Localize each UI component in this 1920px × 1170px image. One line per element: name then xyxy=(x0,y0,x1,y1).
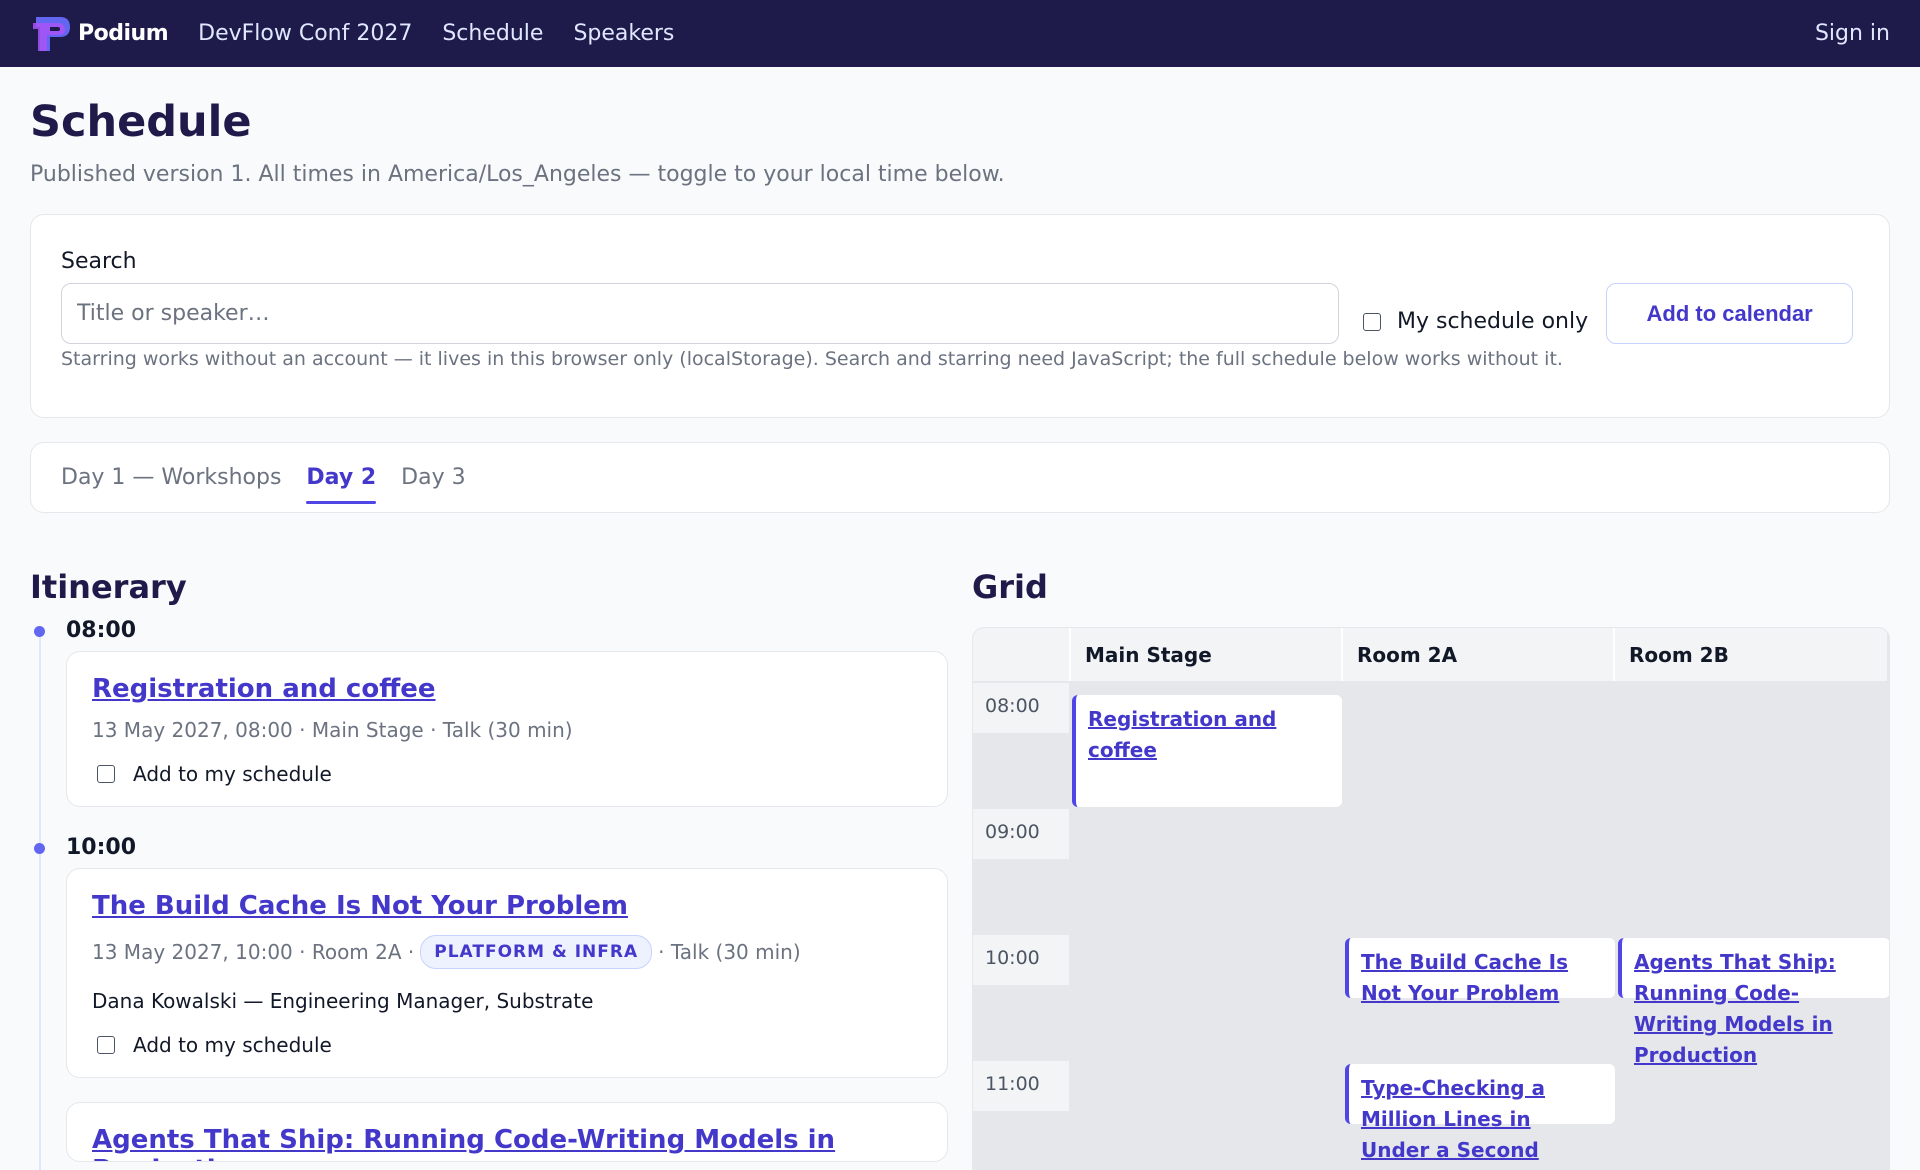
session-meta-text: 13 May 2027, 08:00 · Main Stage · Talk (… xyxy=(92,718,573,742)
grid-time-label: 08:00 xyxy=(973,683,1069,733)
search-hint: Starring works without an account — it l… xyxy=(61,348,1563,370)
grid-session-link[interactable]: The Build Cache Is Not Your Problem xyxy=(1345,938,1615,1005)
add-to-my-schedule-label: Add to my schedule xyxy=(133,762,332,786)
my-schedule-only-label: My schedule only xyxy=(1397,309,1589,334)
nav-link-speakers[interactable]: Speakers xyxy=(573,21,674,46)
tab-day-3[interactable]: Day 3 xyxy=(401,461,465,494)
session-card: Registration and coffee 13 May 2027, 08:… xyxy=(66,651,948,807)
time-slot: 10:00 The Build Cache Is Not Your Proble… xyxy=(34,834,948,1162)
grid-time-label: 11:00 xyxy=(973,1061,1069,1111)
grid-room-header: Room 2A xyxy=(1343,628,1615,681)
add-to-calendar-button[interactable]: Add to calendar xyxy=(1606,283,1854,344)
search-row: My schedule only Add to calendar xyxy=(61,283,1859,344)
nav-link-conference[interactable]: DevFlow Conf 2027 xyxy=(198,21,412,46)
session-meta: 13 May 2027, 08:00 · Main Stage · Talk (… xyxy=(92,718,922,742)
add-to-my-schedule-checkbox[interactable] xyxy=(97,1036,115,1054)
grid-section: Grid Main Stage Room 2A Room 2B 08:00 09… xyxy=(972,571,1890,1170)
grid-session-link[interactable]: Type-Checking a Million Lines in Under a… xyxy=(1345,1064,1615,1162)
track-badge: PLATFORM & INFRA xyxy=(420,935,653,969)
grid-session-link[interactable]: Agents That Ship: Running Code-Writing M… xyxy=(1618,938,1889,1067)
nav-link-schedule[interactable]: Schedule xyxy=(442,21,543,46)
session-meta: 13 May 2027, 10:00 · Room 2A · PLATFORM … xyxy=(92,935,922,969)
grid-time-label: 10:00 xyxy=(973,935,1069,985)
session-title-link[interactable]: Agents That Ship: Running Code-Writing M… xyxy=(92,1125,922,1161)
session-meta-text: · Talk (30 min) xyxy=(658,940,801,964)
grid-room-header: Main Stage xyxy=(1071,628,1343,681)
session-card: Agents That Ship: Running Code-Writing M… xyxy=(66,1102,948,1162)
sign-in-link[interactable]: Sign in xyxy=(1815,21,1890,46)
tab-day-2[interactable]: Day 2 xyxy=(306,461,376,504)
grid-title: Grid xyxy=(972,568,1048,606)
page-main: Schedule Published version 1. All times … xyxy=(0,101,1920,1170)
timeline-dot-icon xyxy=(34,626,45,637)
session-meta-text: 13 May 2027, 10:00 · Room 2A · xyxy=(92,940,415,964)
my-schedule-only-toggle[interactable]: My schedule only xyxy=(1363,309,1588,334)
day-tabs: Day 1 — Workshops Day 2 Day 3 xyxy=(30,442,1890,513)
itinerary-timeline: 08:00 Registration and coffee 13 May 202… xyxy=(30,617,948,1170)
page-title: Schedule xyxy=(30,97,252,147)
time-slot: 08:00 Registration and coffee 13 May 202… xyxy=(34,617,948,807)
search-panel: Search My schedule only Add to calendar … xyxy=(30,214,1890,418)
add-to-my-schedule-checkbox[interactable] xyxy=(97,765,115,783)
session-speaker: Dana Kowalski — Engineering Manager, Sub… xyxy=(92,989,594,1013)
add-to-my-schedule-label: Add to my schedule xyxy=(133,1033,332,1057)
page-subtitle: Published version 1. All times in Americ… xyxy=(30,162,1005,187)
grid-header-row: Main Stage Room 2A Room 2B xyxy=(973,628,1889,681)
add-to-my-schedule-toggle[interactable]: Add to my schedule xyxy=(92,1033,922,1057)
search-input[interactable] xyxy=(61,283,1339,344)
my-schedule-only-checkbox[interactable] xyxy=(1363,312,1381,331)
itinerary-section: Itinerary 08:00 Registration and coffee … xyxy=(30,571,948,1170)
grid-session-link[interactable]: Registration and coffee xyxy=(1072,695,1342,807)
brand-name: Podium xyxy=(78,21,169,46)
search-label: Search xyxy=(61,249,137,274)
timeline-dot-icon xyxy=(34,843,45,854)
podium-logo-icon xyxy=(33,16,70,51)
session-title-link[interactable]: The Build Cache Is Not Your Problem xyxy=(92,891,628,921)
schedule-grid: Main Stage Room 2A Room 2B 08:00 09:00 1… xyxy=(972,627,1890,1170)
brand[interactable]: Podium xyxy=(30,14,169,54)
add-to-my-schedule-toggle[interactable]: Add to my schedule xyxy=(92,762,922,786)
slot-time: 10:00 xyxy=(66,835,137,860)
top-nav: Podium DevFlow Conf 2027 Schedule Speake… xyxy=(0,0,1920,67)
grid-room-header: Room 2B xyxy=(1615,628,1887,681)
itinerary-title: Itinerary xyxy=(30,568,187,606)
grid-time-label: 09:00 xyxy=(973,809,1069,859)
session-title-link[interactable]: Registration and coffee xyxy=(92,674,436,704)
session-card: The Build Cache Is Not Your Problem 13 M… xyxy=(66,868,948,1078)
grid-corner-cell xyxy=(973,628,1071,681)
schedule-columns: Itinerary 08:00 Registration and coffee … xyxy=(30,571,1890,1170)
slot-time: 08:00 xyxy=(66,618,137,643)
tab-day-1[interactable]: Day 1 — Workshops xyxy=(61,461,281,494)
